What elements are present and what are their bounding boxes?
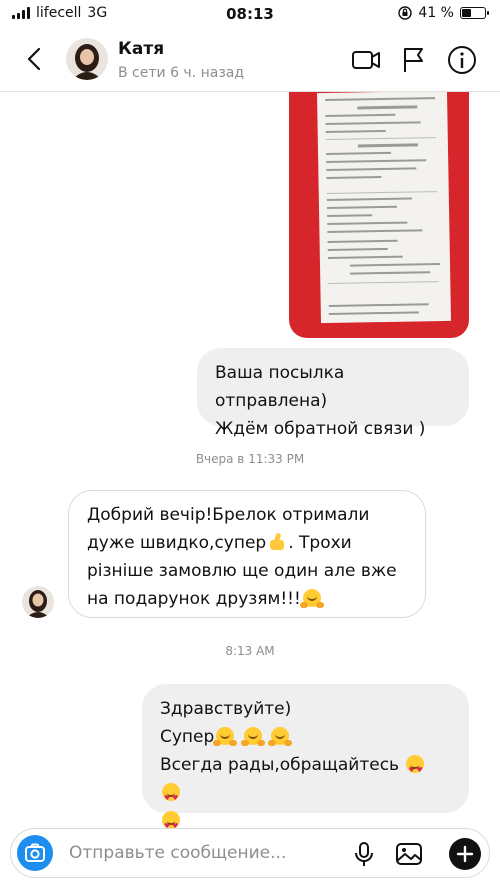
hugging-emoji-icon — [268, 727, 290, 746]
microphone-icon[interactable] — [349, 839, 379, 869]
thumbs-up-emoji-icon — [268, 533, 286, 551]
outgoing-message-1[interactable]: Ваша посылка отправлена) Ждём обратной с… — [197, 348, 469, 439]
avatar[interactable] — [66, 38, 108, 80]
status-bar: lifecell 3G 08:13 41 % — [0, 0, 500, 28]
timestamp-1: Вчера в 11:33 PM — [195, 452, 305, 466]
flag-icon[interactable] — [398, 44, 430, 76]
battery-fill — [462, 9, 471, 17]
video-call-icon[interactable] — [350, 44, 382, 76]
message-input[interactable] — [69, 841, 319, 865]
sender-avatar[interactable] — [22, 586, 54, 618]
contact-status: В сети 6 ч. назад — [118, 65, 245, 81]
battery-percent: 41 % — [418, 5, 454, 21]
sender-avatar-image — [22, 586, 54, 618]
heart-eyes-emoji-icon — [162, 811, 180, 840]
outgoing-2-line3: Всегда рады,обращайтесь — [160, 751, 451, 812]
outgoing-message-2[interactable]: Здравствуйте) Супер Всегда рады,обращайт… — [142, 684, 469, 840]
battery-icon — [460, 7, 489, 19]
message-composer — [10, 828, 490, 878]
timestamp-2: 8:13 AM — [225, 644, 275, 658]
gallery-icon[interactable] — [394, 839, 424, 869]
incoming-message-1[interactable]: Добрий вечір!Брелок отримали дуже швидко… — [68, 490, 426, 618]
camera-icon — [25, 843, 45, 862]
outgoing-2-line2: Супер — [160, 723, 451, 751]
heart-eyes-emoji-icon — [406, 755, 425, 784]
outgoing-2-line1: Здравствуйте) — [160, 699, 292, 719]
outgoing-2-line2-text: Супер — [160, 727, 215, 747]
avatar-image — [66, 38, 108, 80]
info-icon[interactable] — [446, 44, 478, 76]
receipt-photo — [317, 92, 451, 324]
hugging-emoji-icon — [240, 727, 262, 746]
hugging-emoji-icon — [299, 589, 321, 608]
back-arrow-icon[interactable] — [20, 44, 50, 74]
camera-button[interactable] — [17, 835, 53, 871]
status-right: 41 % — [398, 5, 489, 21]
chat-header: Катя В сети 6 ч. назад — [0, 28, 500, 92]
contact-name[interactable]: Катя — [118, 39, 164, 59]
photo-message[interactable] — [289, 92, 469, 338]
add-content-button[interactable] — [449, 838, 481, 870]
plus-icon — [456, 845, 474, 863]
heart-eyes-emoji-icon — [162, 783, 180, 812]
orientation-lock-icon — [398, 6, 413, 20]
outgoing-2-line3-text: Всегда рады,обращайтесь — [160, 755, 400, 775]
hugging-emoji-icon — [213, 727, 235, 746]
